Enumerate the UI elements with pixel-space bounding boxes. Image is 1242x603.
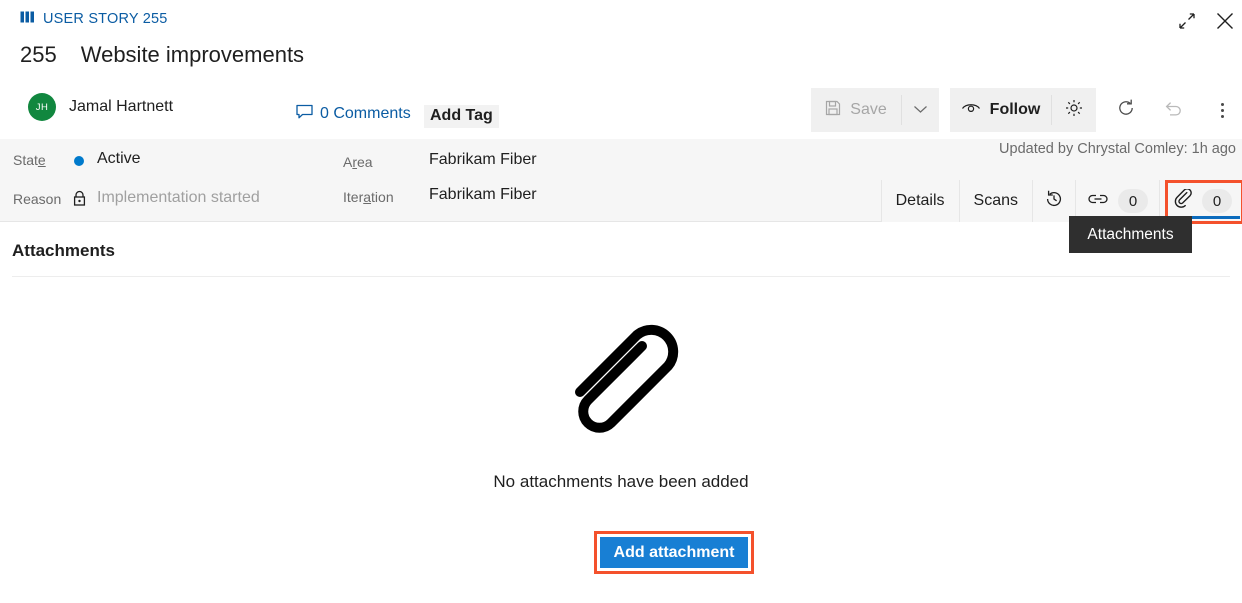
settings-button[interactable] xyxy=(1051,95,1096,125)
work-item-title-row: 255 Website improvements xyxy=(20,42,304,68)
add-tag-button[interactable]: Add Tag xyxy=(424,105,499,128)
state-status-dot xyxy=(74,156,84,166)
paperclip-icon xyxy=(1173,187,1193,214)
assignee-name: Jamal Hartnett xyxy=(69,98,174,115)
follow-group: Follow xyxy=(950,88,1096,132)
comment-icon xyxy=(296,104,313,124)
restore-down-icon xyxy=(1178,12,1196,35)
more-actions-icon xyxy=(1220,102,1224,118)
iteration-value[interactable]: Fabrikam Fiber xyxy=(429,186,537,204)
save-dropdown-button[interactable] xyxy=(901,95,939,125)
tab-scans-label: Scans xyxy=(973,192,1018,209)
work-item-id: 255 xyxy=(20,42,57,67)
save-group: Save xyxy=(811,88,939,132)
chevron-down-icon xyxy=(913,101,928,119)
close-button[interactable] xyxy=(1210,8,1240,38)
section-divider xyxy=(12,276,1230,277)
tab-details[interactable]: Details xyxy=(882,180,960,222)
area-value[interactable]: Fabrikam Fiber xyxy=(429,151,537,169)
section-title: Attachments xyxy=(12,241,115,260)
work-item-header: USER STORY 255 255 Website improvements … xyxy=(0,0,1242,139)
comments-label: 0 Comments xyxy=(320,105,411,122)
gear-icon xyxy=(1065,99,1083,122)
assigned-to[interactable]: JH Jamal Hartnett xyxy=(28,93,173,121)
avatar-initials: JH xyxy=(35,101,49,113)
tab-attachments-badge: 0 xyxy=(1202,189,1232,213)
refresh-icon xyxy=(1116,98,1136,123)
follow-button[interactable]: Follow xyxy=(950,88,1051,132)
work-item-title[interactable]: Website improvements xyxy=(81,42,304,68)
paperclip-large-icon xyxy=(558,300,688,450)
undo-icon xyxy=(1164,99,1184,122)
breadcrumb[interactable]: USER STORY 255 xyxy=(20,10,168,28)
link-icon xyxy=(1087,192,1109,211)
save-button[interactable]: Save xyxy=(811,88,901,132)
work-item-icon xyxy=(20,10,36,28)
updated-by-text: Updated by Chrystal Comley: 1h ago xyxy=(999,141,1236,157)
save-disk-icon xyxy=(825,100,841,121)
undo-button[interactable] xyxy=(1152,88,1196,132)
eye-icon xyxy=(961,101,981,119)
refresh-button[interactable] xyxy=(1104,88,1148,132)
breadcrumb-label: USER STORY 255 xyxy=(43,11,168,27)
avatar: JH xyxy=(28,93,56,121)
reason-label: Reason xyxy=(13,191,62,207)
comments-link[interactable]: 0 Comments xyxy=(296,104,411,124)
add-attachment-button[interactable]: Add attachment xyxy=(600,537,748,568)
add-attachment-highlight: Add attachment xyxy=(594,531,754,574)
restore-down-button[interactable] xyxy=(1172,8,1202,38)
save-label: Save xyxy=(850,101,887,118)
empty-state-message: No attachments have been added xyxy=(493,472,749,491)
tab-scans[interactable]: Scans xyxy=(960,180,1033,222)
history-icon xyxy=(1044,189,1064,214)
tab-links-badge: 0 xyxy=(1118,189,1148,213)
attachments-empty-state: No attachments have been added xyxy=(0,300,1242,492)
more-actions-button[interactable] xyxy=(1200,88,1242,132)
tab-details-label: Details xyxy=(895,192,945,209)
area-label: Ar ea xyxy=(343,154,373,170)
state-value[interactable]: Active xyxy=(97,150,141,168)
iteration-label: Iter a tion xyxy=(343,189,394,205)
tooltip-attachments: Attachments xyxy=(1069,216,1192,253)
state-label: Stat e xyxy=(13,152,46,168)
lock-icon xyxy=(72,190,87,212)
close-icon xyxy=(1215,11,1235,36)
reason-value[interactable]: Implementation started xyxy=(97,189,260,207)
follow-label: Follow xyxy=(989,101,1041,118)
